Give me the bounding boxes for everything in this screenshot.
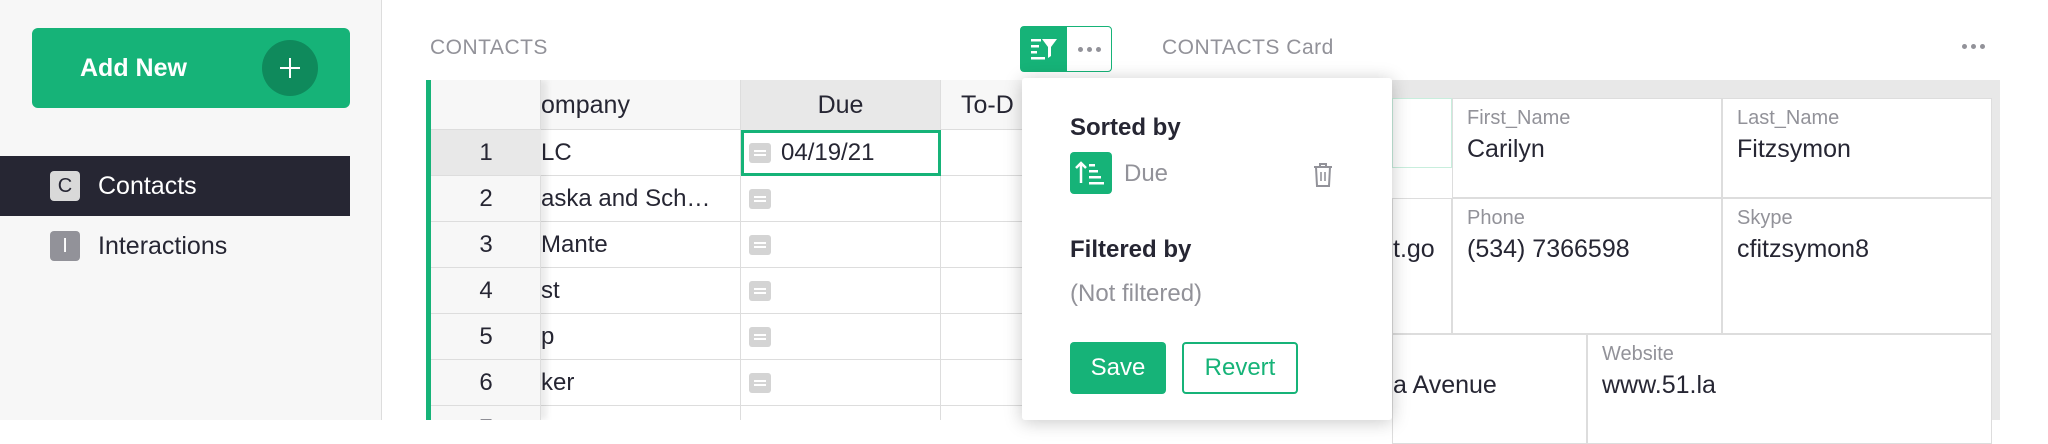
card-field-address[interactable]: a Avenue — [1392, 334, 1587, 444]
card-field-skype[interactable]: Skype cfitzsymon8 — [1722, 198, 1992, 334]
row-number[interactable]: 2 — [431, 176, 541, 222]
field-value: cfitzsymon8 — [1737, 235, 1869, 263]
sort-filter-icon — [1031, 39, 1057, 60]
row-number[interactable]: 5 — [431, 314, 541, 360]
sort-filter-button[interactable] — [1021, 27, 1067, 71]
field-value: www.51.la — [1602, 371, 1716, 399]
page-label: Interactions — [98, 231, 228, 260]
column-header-todo[interactable]: To-D — [941, 80, 1026, 130]
due-value: 04/19/21 — [781, 139, 875, 166]
page-initial-icon: I — [50, 231, 80, 261]
field-label: Website — [1602, 343, 1674, 365]
row-number[interactable]: 7 — [431, 406, 541, 420]
calendar-icon — [749, 327, 771, 347]
row-number[interactable]: 4 — [431, 268, 541, 314]
column-label: To-D — [961, 91, 1014, 119]
column-label: ompany — [541, 91, 630, 119]
trash-icon[interactable] — [1312, 162, 1334, 193]
page-item-contacts[interactable]: C Contacts — [0, 156, 350, 216]
calendar-icon — [749, 143, 771, 163]
card-field-selected[interactable] — [1392, 98, 1452, 168]
cell-company[interactable]: LC — [541, 130, 741, 176]
calendar-icon — [749, 189, 771, 209]
column-header-company[interactable]: ompany — [541, 80, 741, 130]
save-button[interactable]: Save — [1070, 342, 1166, 394]
left-panel: Add New C Contacts I Interactions — [0, 0, 382, 420]
filter-status: (Not filtered) — [1070, 280, 1203, 307]
filtered-by-heading: Filtered by — [1070, 236, 1192, 263]
more-icon — [1077, 46, 1101, 52]
cell-due[interactable] — [741, 406, 941, 420]
sort-filter-button-group — [1020, 26, 1112, 72]
sort-field-label[interactable]: Due — [1124, 160, 1168, 188]
card-field-website[interactable]: Website www.51.la — [1587, 334, 1992, 444]
sort-ascending-icon[interactable] — [1070, 152, 1112, 194]
card-field-email[interactable]: t.go — [1392, 198, 1452, 334]
column-header-due[interactable]: Due — [741, 80, 941, 130]
plus-icon — [262, 40, 318, 96]
row-number-column: 1 2 3 4 5 6 7 — [431, 80, 541, 420]
calendar-icon — [749, 373, 771, 393]
card-field-first-name[interactable]: First_Name Carilyn — [1452, 98, 1722, 198]
cell-todo[interactable] — [941, 314, 1026, 360]
cell-todo[interactable] — [941, 360, 1026, 406]
cell-company[interactable]: aska and Sch… — [541, 176, 741, 222]
sorted-by-heading: Sorted by — [1070, 114, 1181, 141]
add-new-label: Add New — [80, 54, 187, 82]
cell-due[interactable] — [741, 222, 941, 268]
revert-button[interactable]: Revert — [1182, 342, 1298, 394]
field-value: t.go — [1393, 235, 1435, 263]
card-menu-button[interactable] — [1962, 44, 1985, 49]
cell-due[interactable] — [741, 268, 941, 314]
field-value: (534) 7366598 — [1467, 235, 1630, 263]
card-body: First_Name Carilyn Last_Name Fitzsymon t… — [1392, 98, 1992, 444]
card-field-phone[interactable]: Phone (534) 7366598 — [1452, 198, 1722, 334]
page-initial-icon: C — [50, 171, 80, 201]
grid-section-title: CONTACTS — [430, 36, 548, 59]
cell-company[interactable]: st — [541, 268, 741, 314]
field-value: Fitzsymon — [1737, 135, 1851, 163]
section-menu-button[interactable] — [1067, 27, 1111, 71]
cell-todo[interactable] — [941, 268, 1026, 314]
more-icon — [1962, 44, 1967, 49]
field-label: First_Name — [1467, 107, 1571, 129]
cell-todo[interactable] — [941, 176, 1026, 222]
page-label: Contacts — [98, 171, 197, 200]
cell-company[interactable]: Mante — [541, 222, 741, 268]
contact-card: First_Name Carilyn Last_Name Fitzsymon t… — [1392, 80, 2000, 444]
row-number[interactable]: 3 — [431, 222, 541, 268]
cell-todo[interactable] — [941, 130, 1026, 176]
cell-todo[interactable] — [941, 222, 1026, 268]
contacts-grid: ompany Due To-D 1 2 3 4 5 6 7 LC aska an… — [426, 80, 1026, 420]
cell-due[interactable] — [741, 360, 941, 406]
calendar-icon — [749, 281, 771, 301]
page-item-interactions[interactable]: I Interactions — [0, 216, 350, 276]
cell-due[interactable] — [741, 176, 941, 222]
field-label: Last_Name — [1737, 107, 1840, 129]
cell-company[interactable]: p — [541, 314, 741, 360]
cell-due[interactable] — [741, 314, 941, 360]
add-new-button[interactable]: Add New — [32, 28, 350, 108]
sort-filter-popup: Sorted by Due Filtered by (Not filtered)… — [1022, 78, 1392, 420]
field-label: Skype — [1737, 207, 1793, 229]
row-number[interactable]: 1 — [431, 130, 541, 176]
cell-company[interactable]: ker — [541, 360, 741, 406]
column-label: Due — [817, 91, 864, 119]
cell-company[interactable] — [541, 406, 741, 420]
row-number[interactable]: 6 — [431, 360, 541, 406]
field-label: Phone — [1467, 207, 1525, 229]
card-section-title: CONTACTS Card — [1162, 36, 1334, 59]
calendar-icon — [749, 235, 771, 255]
card-field-last-name[interactable]: Last_Name Fitzsymon — [1722, 98, 1992, 198]
cell-due[interactable]: 04/19/21 — [741, 130, 941, 176]
field-value: Carilyn — [1467, 135, 1545, 163]
field-value: a Avenue — [1393, 371, 1497, 399]
